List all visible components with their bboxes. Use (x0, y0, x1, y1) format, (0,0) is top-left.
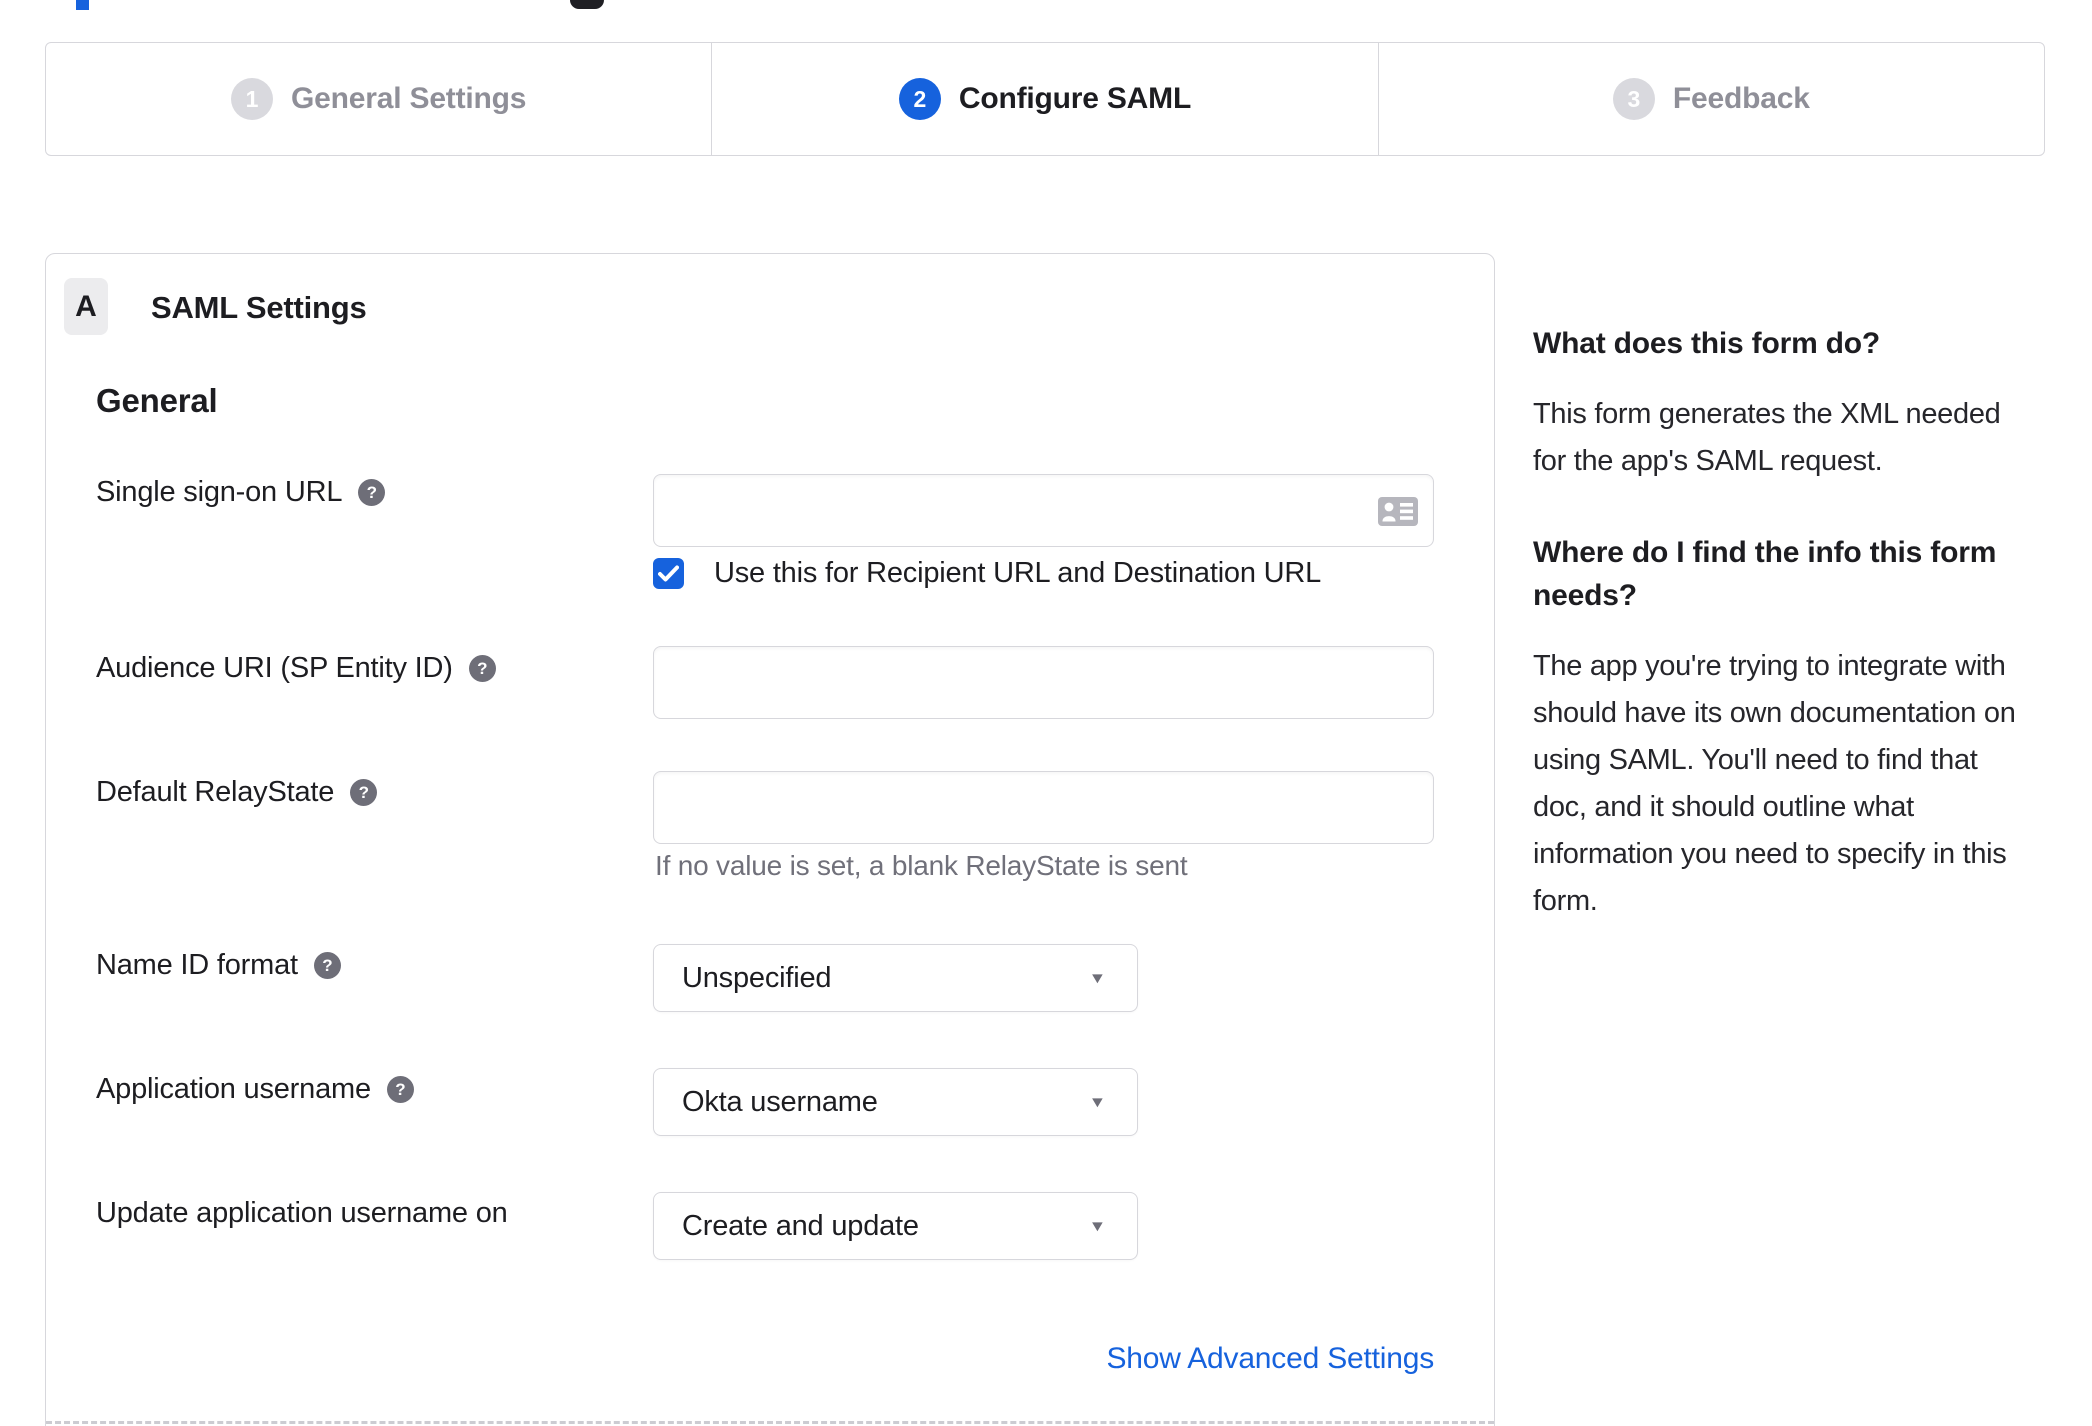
sso-url-label: Single sign-on URL (96, 476, 343, 508)
step-1-label: General Settings (291, 82, 527, 115)
update-username-value: Create and update (682, 1209, 919, 1242)
wizard-stepper: 1 General Settings 2 Configure SAML 3 Fe… (45, 42, 2045, 156)
help-sidebar: What does this form do? This form genera… (1533, 322, 2038, 925)
sidebar-answer-1: This form generates the XML needed for t… (1533, 398, 2001, 477)
audience-uri-input[interactable] (653, 646, 1434, 719)
section-a-badge: A (64, 278, 108, 335)
recipient-url-checkbox[interactable] (653, 558, 684, 589)
update-username-label: Update application username on (96, 1197, 508, 1229)
audience-uri-help-icon[interactable]: ? (468, 655, 496, 682)
relay-state-hint: If no value is set, a blank RelayState i… (655, 850, 1188, 881)
show-advanced-settings-link[interactable]: Show Advanced Settings (1107, 1342, 1435, 1376)
app-username-value: Okta username (682, 1085, 878, 1118)
update-username-label-row: Update application username on (96, 1197, 508, 1230)
name-id-format-select[interactable]: Unspecified ▼ (653, 944, 1138, 1012)
relay-state-label: Default RelayState (96, 776, 335, 808)
step-3-number-badge: 3 (1612, 78, 1655, 120)
name-id-format-help-icon[interactable]: ? (313, 952, 341, 979)
app-username-select[interactable]: Okta username ▼ (653, 1068, 1138, 1136)
step-1-number-badge: 1 (231, 78, 274, 120)
step-general-settings[interactable]: 1 General Settings (46, 43, 711, 155)
saml-configuration-screen: 1 General Settings 2 Configure SAML 3 Fe… (0, 0, 2092, 1426)
sso-url-input[interactable] (653, 474, 1434, 547)
app-username-label: Application username (96, 1073, 371, 1105)
recipient-url-checkbox-row: Use this for Recipient URL and Destinati… (653, 557, 1321, 590)
relay-state-label-row: Default RelayState ? (96, 776, 378, 809)
audience-uri-label-row: Audience URI (SP Entity ID) ? (96, 652, 496, 685)
dropdown-caret-icon: ▼ (1088, 1217, 1107, 1235)
cutoff-logo-fragment (76, 0, 89, 10)
app-username-help-icon[interactable]: ? (386, 1076, 414, 1103)
step-2-label: Configure SAML (958, 82, 1192, 115)
sidebar-question-1: What does this form do? (1533, 327, 1881, 360)
recipient-url-checkbox-label: Use this for Recipient URL and Destinati… (714, 557, 1322, 589)
dropdown-caret-icon: ▼ (1088, 1093, 1107, 1111)
sso-url-help-icon[interactable]: ? (358, 479, 386, 506)
name-id-format-label-row: Name ID format ? (96, 949, 341, 982)
sidebar-question-2: Where do I find the info this form needs… (1533, 536, 1997, 612)
update-username-select[interactable]: Create and update ▼ (653, 1192, 1138, 1260)
saml-settings-panel: A SAML Settings General Single sign-on U… (45, 253, 1495, 1426)
sidebar-answer-2: The app you're trying to integrate with … (1533, 650, 2016, 917)
dropdown-caret-icon: ▼ (1088, 969, 1107, 987)
audience-uri-label: Audience URI (SP Entity ID) (96, 652, 453, 684)
relay-state-help-icon[interactable]: ? (350, 779, 378, 806)
section-title: SAML Settings (151, 290, 367, 325)
app-username-label-row: Application username ? (96, 1073, 414, 1106)
name-id-format-label: Name ID format (96, 949, 298, 981)
sso-url-label-row: Single sign-on URL ? (96, 476, 386, 509)
step-2-number-badge: 2 (898, 78, 941, 120)
general-group-heading: General (96, 382, 218, 419)
name-id-format-value: Unspecified (682, 961, 832, 994)
section-dashed-divider (46, 1421, 1494, 1424)
contact-card-icon (1378, 497, 1418, 526)
step-3-label: Feedback (1672, 82, 1810, 115)
checkmark-icon (658, 565, 679, 582)
step-configure-saml[interactable]: 2 Configure SAML (711, 43, 1377, 155)
relay-state-input[interactable] (653, 771, 1434, 844)
sso-url-input-wrap (653, 474, 1434, 547)
cutoff-header-fragment (570, 0, 604, 9)
step-feedback[interactable]: 3 Feedback (1377, 43, 2044, 155)
